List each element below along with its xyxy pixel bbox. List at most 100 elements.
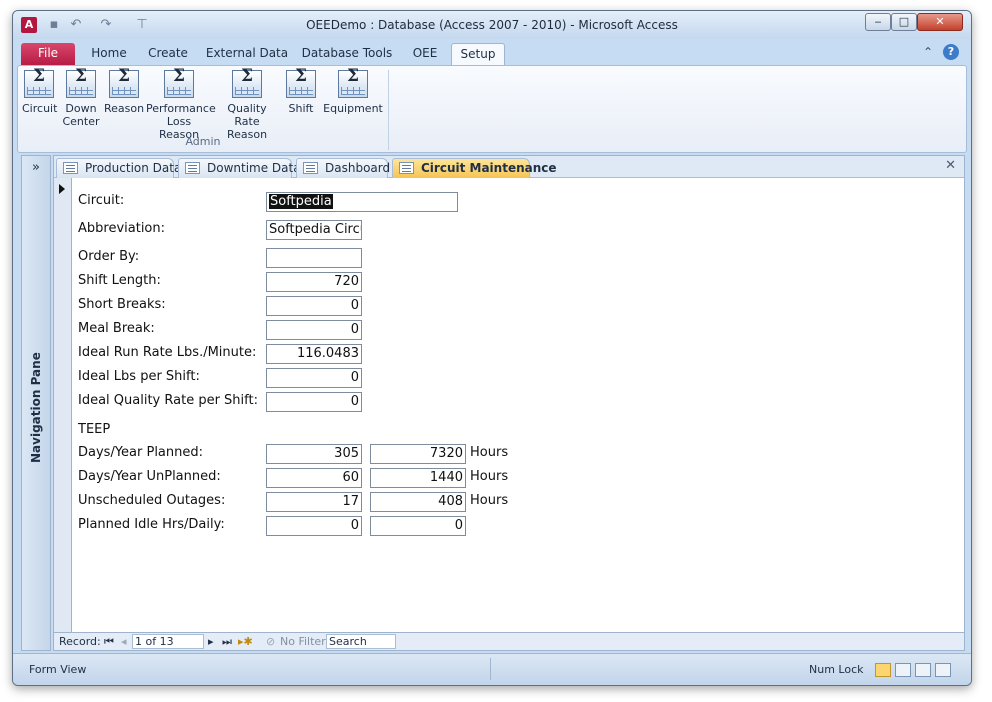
record-navigation-bar: Record: ⏮ ◂ 1 of 13 ▸ ⏭ ▸✱ ⊘ No Filter S… [54,632,964,650]
ideal-lbs-field[interactable]: 0 [266,368,362,388]
search-input[interactable]: Search [326,634,396,649]
form-view-status: Form View [29,663,87,676]
sigma-table-icon: Σ [232,68,262,98]
ideal-run-rate-field[interactable]: 116.0483 [266,344,362,364]
reason-button[interactable]: Σ Reason [104,68,144,116]
ribbon-minimize-icon[interactable]: ⌃ [923,45,933,59]
first-record-button[interactable]: ⏮ [104,635,114,649]
layout-view-icon[interactable] [915,663,931,677]
down-center-button[interactable]: Σ Down Center [62,68,100,129]
last-record-button[interactable]: ⏭ [222,635,232,649]
title-bar: A ▪ ↶ ↷ ⊤ OEEDemo : Database (Access 200… [13,11,971,39]
planned-idle-hours-field[interactable]: 0 [370,516,466,536]
quality-rate-reason-button[interactable]: Σ Quality Rate Reason [214,68,280,142]
unscheduled-hours-field[interactable]: 408 [370,492,466,512]
tab-dashboard[interactable]: Dashboard [296,158,390,178]
hours-unit-label: Hours [470,469,509,484]
design-view-icon[interactable] [935,663,951,677]
sigma-table-icon: Σ [164,68,194,98]
tab-production-data[interactable]: Production Data [56,158,181,178]
shift-button[interactable]: Σ Shift [284,68,318,115]
tab-create[interactable]: Create [143,43,193,65]
status-separator [490,658,491,680]
hours-unit-label: Hours [470,493,509,508]
circuit-field[interactable]: Softpedia [266,192,458,212]
teep-heading: TEEP [78,422,111,437]
help-icon[interactable]: ? [943,44,959,60]
tab-label: Downtime Data [207,161,301,175]
filter-icon: ⊘ [266,635,276,648]
performance-loss-reason-button[interactable]: Σ Performance Loss Reason [146,68,216,142]
sigma-table-icon: Σ [24,68,54,98]
planned-idle-field[interactable]: 0 [266,516,362,536]
planned-idle-label: Planned Idle Hrs/Daily: [78,517,225,532]
tab-setup[interactable]: Setup [451,43,505,65]
abbreviation-field[interactable]: Softpedia Circu [266,220,362,240]
ribbon-setup: Σ Circuit Σ Down Center Σ Reason Σ Perfo… [17,65,967,153]
circuit-label: Circuit: [78,193,125,208]
days-unplanned-label: Days/Year UnPlanned: [78,469,221,484]
ideal-quality-field[interactable]: 0 [266,392,362,412]
minimize-button[interactable]: ‒ [865,13,891,31]
performance-label-line1: Performance [146,102,216,115]
shift-length-field[interactable]: 720 [266,272,362,292]
down-center-label-line1: Down [65,102,97,115]
record-selector[interactable] [54,178,72,632]
tab-home[interactable]: Home [83,43,135,65]
tab-external-data[interactable]: External Data [203,43,291,65]
days-planned-label: Days/Year Planned: [78,445,204,460]
abbreviation-label: Abbreviation: [78,221,166,236]
previous-record-button[interactable]: ◂ [121,635,127,648]
tab-file[interactable]: File [21,43,75,65]
unscheduled-outages-label: Unscheduled Outages: [78,493,226,508]
maximize-button[interactable]: □ [891,13,917,31]
equipment-button[interactable]: Σ Equipment [322,68,384,116]
short-breaks-label: Short Breaks: [78,297,166,312]
sigma-table-icon: Σ [338,68,368,98]
tab-circuit-maintenance[interactable]: Circuit Maintenance [392,158,557,178]
ideal-lbs-label: Ideal Lbs per Shift: [78,369,200,384]
new-record-button[interactable]: ▸✱ [238,635,253,648]
days-unplanned-field[interactable]: 60 [266,468,362,488]
hours-unplanned-field[interactable]: 1440 [370,468,466,488]
datasheet-view-icon[interactable] [895,663,911,677]
tab-database-tools[interactable]: Database Tools [299,43,395,65]
expand-nav-icon[interactable]: » [22,160,50,175]
record-label: Record: [59,635,101,648]
record-position-input[interactable]: 1 of 13 [132,634,204,649]
tab-downtime-data[interactable]: Downtime Data [178,158,301,178]
form-icon [63,162,78,174]
navigation-pane-label[interactable]: Navigation Pane [29,352,43,463]
document-area: Production Data Downtime Data Dashboard … [53,155,965,651]
short-breaks-field[interactable]: 0 [266,296,362,316]
form-icon [185,162,200,174]
days-planned-field[interactable]: 305 [266,444,362,464]
close-document-icon[interactable]: ✕ [945,158,956,173]
down-center-label-line2: Center [62,115,100,128]
shift-button-label: Shift [288,102,314,115]
ribbon-group-admin: Admin [185,135,221,148]
equipment-button-label: Equipment [323,102,383,115]
status-bar: Form View Num Lock [13,653,971,685]
meal-break-field[interactable]: 0 [266,320,362,340]
tab-oee[interactable]: OEE [407,43,443,65]
hours-planned-field[interactable]: 7320 [370,444,466,464]
current-record-arrow-icon [59,184,65,194]
circuit-button[interactable]: Σ Circuit [22,68,57,116]
unscheduled-outages-field[interactable]: 17 [266,492,362,512]
window-title: OEEDemo : Database (Access 2007 - 2010) … [306,18,678,32]
sigma-table-icon: Σ [286,68,316,98]
ribbon-group-separator [388,70,389,150]
no-filter-button[interactable]: No Filter [280,635,326,648]
form-view-icon[interactable] [875,663,891,677]
navigation-pane[interactable]: » Navigation Pane [21,155,51,651]
order-by-field[interactable] [266,248,362,268]
form-icon [303,162,318,174]
close-button[interactable]: ✕ [917,13,963,31]
hours-unit-label: Hours [470,445,509,460]
order-by-label: Order By: [78,249,140,264]
tab-label: Production Data [85,161,182,175]
meal-break-label: Meal Break: [78,321,155,336]
next-record-button[interactable]: ▸ [208,635,214,648]
ideal-quality-label: Ideal Quality Rate per Shift: [78,393,258,408]
